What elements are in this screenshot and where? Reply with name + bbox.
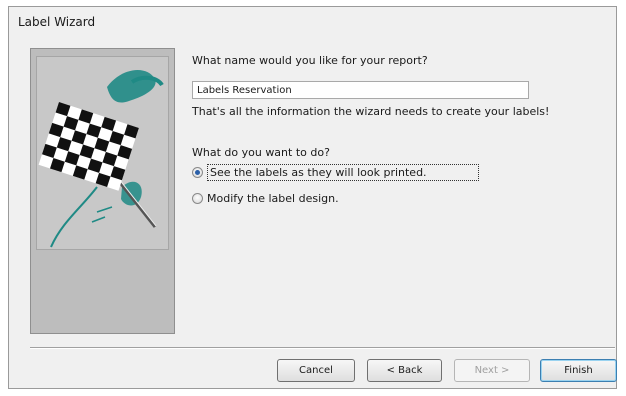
option-modify-label: Modify the label design. [207, 191, 339, 205]
info-text: That's all the information the wizard ne… [192, 105, 550, 118]
wizard-illustration [36, 56, 169, 250]
next-button[interactable]: Next > [454, 359, 530, 382]
wizard-illustration-panel [30, 48, 175, 334]
option-preview-label: See the labels as they will look printed… [210, 165, 427, 179]
option-preview-labels[interactable]: See the labels as they will look printed… [192, 163, 479, 181]
finish-button[interactable]: Finish [540, 359, 617, 382]
window-title: Label Wizard [18, 15, 96, 29]
report-name-input[interactable] [192, 81, 529, 99]
back-button[interactable]: < Back [367, 359, 442, 382]
radio-button-checked[interactable] [192, 166, 203, 178]
title-bar: Label Wizard [9, 7, 616, 35]
focus-outline: See the labels as they will look printed… [207, 163, 479, 181]
button-separator [30, 347, 615, 349]
report-name-prompt: What name would you like for your report… [192, 54, 428, 67]
radio-button-unchecked[interactable] [192, 192, 203, 204]
checkered-flag-icon [38, 69, 164, 248]
option-modify-design[interactable]: Modify the label design. [192, 189, 339, 207]
label-wizard-dialog: Label Wizard What name would you like fo… [8, 6, 617, 389]
cancel-button[interactable]: Cancel [277, 359, 355, 382]
action-prompt: What do you want to do? [192, 146, 330, 159]
